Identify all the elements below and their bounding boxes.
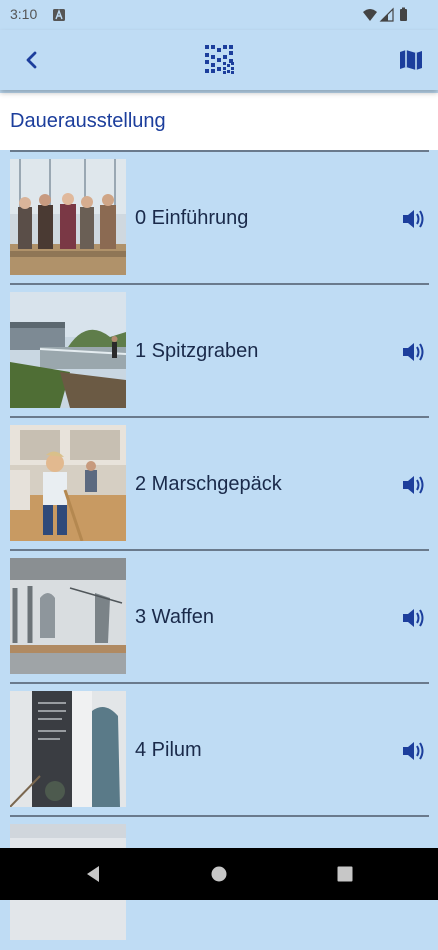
nav-home-icon[interactable] — [211, 866, 227, 887]
qr-code-icon[interactable] — [203, 43, 235, 75]
item-label: 4 Pilum — [135, 739, 202, 761]
signal-icon — [379, 7, 394, 22]
speaker-icon[interactable] — [402, 341, 426, 363]
list-item[interactable]: 2 Marschgepäck — [0, 418, 438, 551]
speaker-icon[interactable] — [402, 607, 426, 629]
exhibit-thumbnail — [10, 425, 126, 541]
nav-back-icon[interactable] — [85, 865, 101, 888]
exhibit-thumbnail — [10, 292, 126, 408]
status-bar: 3:10 — [0, 0, 438, 30]
nav-recents-icon[interactable] — [337, 866, 353, 887]
notification-icon — [53, 8, 65, 21]
app-bar — [0, 30, 438, 90]
section-header: Dauerausstellung — [0, 93, 438, 150]
wifi-icon — [363, 9, 377, 21]
exhibit-thumbnail — [10, 691, 126, 807]
item-label: 1 Spitzgraben — [135, 340, 259, 362]
status-icons — [362, 7, 412, 28]
battery-icon — [400, 7, 407, 21]
item-label: 0 Einführung — [135, 207, 249, 229]
exhibit-list: 0 Einführung 1 Spitzgraben 2 Marschgepäc… — [0, 152, 438, 950]
list-item[interactable]: 0 Einführung — [0, 152, 438, 285]
item-label: 2 Marschgepäck — [135, 473, 282, 495]
map-icon[interactable] — [398, 47, 424, 73]
speaker-icon[interactable] — [402, 208, 426, 230]
system-nav-bar — [0, 848, 438, 900]
section-title: Dauerausstellung — [10, 110, 166, 132]
back-arrow-icon[interactable] — [20, 48, 44, 72]
status-time: 3:10 — [10, 6, 38, 22]
speaker-icon[interactable] — [402, 474, 426, 496]
list-item[interactable]: 1 Spitzgraben — [0, 285, 438, 418]
item-label: 3 Waffen — [135, 606, 214, 628]
exhibit-thumbnail — [10, 159, 126, 275]
exhibit-thumbnail — [10, 558, 126, 674]
list-item[interactable]: 4 Pilum — [0, 684, 438, 817]
list-item[interactable]: 3 Waffen — [0, 551, 438, 684]
speaker-icon[interactable] — [402, 740, 426, 762]
